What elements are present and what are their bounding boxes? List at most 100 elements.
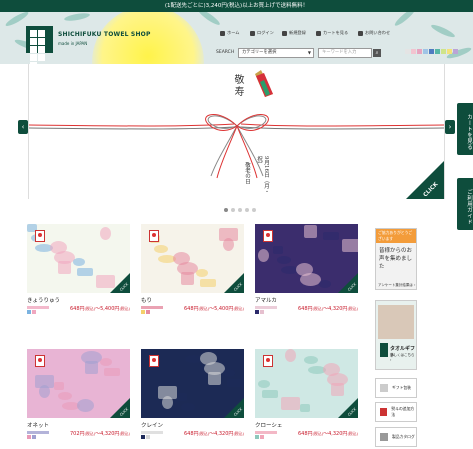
hero-dot[interactable]	[230, 208, 235, 212]
pattern-motif	[177, 393, 187, 401]
color-swatch[interactable]	[441, 49, 446, 54]
pattern-motif	[258, 249, 269, 262]
link-noshi[interactable]: 熨斗の追加方法	[375, 402, 417, 422]
color-options	[27, 431, 49, 440]
color-options	[27, 306, 49, 315]
hero-next-arrow[interactable]: ›	[445, 120, 455, 134]
pattern-motif	[342, 239, 358, 252]
hero-dot[interactable]	[244, 208, 249, 212]
survey-footer[interactable]: アンケート集計結果は ›	[378, 283, 415, 288]
color-swatch[interactable]	[411, 49, 416, 54]
pattern-motif	[258, 380, 270, 388]
leaf-decoration	[429, 22, 457, 40]
color-swatch[interactable]	[429, 49, 434, 54]
product-card[interactable]: CLICK もり 648円(税込)〜5,400円(税込)	[141, 224, 244, 315]
mail-icon	[358, 30, 363, 36]
hero-prev-arrow[interactable]: ‹	[18, 120, 28, 134]
product-card[interactable]: CLICK クローシェ 648円(税込)〜4,320円(税込)	[255, 349, 358, 440]
pen-icon	[282, 30, 287, 36]
product-name[interactable]: クレイン	[141, 421, 244, 429]
nav-home[interactable]: ホーム	[220, 30, 239, 36]
shop-logo[interactable]	[26, 26, 53, 64]
pattern-motif	[323, 232, 339, 240]
imabari-tag-icon	[263, 230, 273, 242]
imabari-tag-icon	[35, 230, 45, 242]
color-swatch[interactable]	[447, 49, 452, 54]
gift-tag	[380, 343, 388, 357]
product-card[interactable]: CLICK アマルカ 648円(税込)〜4,320円(税込)	[255, 224, 358, 315]
hero-dot[interactable]	[251, 208, 256, 212]
product-name[interactable]: アマルカ	[255, 296, 358, 304]
link-gift-wrapping-label: ギフト包装	[392, 385, 411, 390]
keyword-input[interactable]: キーワードを入力	[318, 48, 372, 58]
nav-login[interactable]: ログイン	[250, 30, 274, 36]
pattern-motif	[100, 358, 112, 366]
pattern-motif	[296, 263, 313, 276]
product-price: 648円(税込)〜4,320円(税込)	[298, 306, 358, 312]
gift-banner[interactable]: タオルギフト 詳しくはこちら ›	[375, 300, 417, 370]
shop-name[interactable]: SHICHIFUKU TOWEL SHOP	[58, 31, 151, 38]
product-image[interactable]: CLICK	[255, 224, 358, 293]
imabari-tag-icon	[149, 230, 159, 242]
hero-dot[interactable]	[237, 208, 242, 212]
link-catalog[interactable]: 製品カタログ	[375, 427, 417, 447]
product-card[interactable]: CLICK オネット 702円(税込)〜4,320円(税込)	[27, 349, 130, 440]
nav-cart[interactable]: カートを見る	[316, 30, 348, 36]
link-catalog-label: 製品カタログ	[392, 434, 415, 439]
home-icon	[220, 30, 225, 36]
product-name[interactable]: きょうりゅう	[27, 296, 130, 304]
survey-banner[interactable]: ご協力ありがとうございます 皆様からのお声を集めました アンケート集計結果は ›	[375, 228, 417, 290]
color-swatch[interactable]	[435, 49, 440, 54]
color-swatch[interactable]	[417, 49, 422, 54]
hero-title: 敬寿	[232, 74, 243, 98]
noshi-icon	[380, 408, 388, 416]
pattern-motif	[200, 279, 216, 287]
pattern-motif	[200, 352, 217, 365]
link-gift-wrapping[interactable]: ギフト包装	[375, 378, 417, 398]
hero-date: 9月16日（月・祝）	[256, 156, 269, 194]
imabari-tag-icon	[263, 355, 273, 367]
color-options	[141, 306, 163, 315]
pattern-motif	[262, 390, 278, 398]
hero-banner[interactable]: 敬寿 9月16日（月・祝） 敬老の日 CLICK	[28, 64, 445, 199]
nav-register-label: 新規登録	[289, 30, 306, 35]
product-card[interactable]: CLICK クレイン 648円(税込)〜4,320円(税込)	[141, 349, 244, 440]
pattern-motif	[300, 404, 310, 412]
color-options	[255, 306, 277, 315]
imabari-tag-icon	[35, 355, 45, 367]
hero-dot[interactable]	[223, 208, 228, 212]
product-name[interactable]: オネット	[27, 421, 130, 429]
product-image[interactable]: CLICK	[141, 349, 244, 418]
product-price: 648円(税込)〜5,400円(税込)	[184, 306, 244, 312]
pattern-motif	[323, 363, 340, 376]
search-button[interactable]: ⌕	[373, 49, 381, 57]
sun-decoration	[92, 12, 204, 64]
nav-login-label: ログイン	[257, 30, 274, 35]
pattern-motif	[158, 386, 177, 399]
side-tab-guide[interactable]: ご利用ガイド	[457, 178, 473, 230]
pattern-motif	[104, 368, 120, 376]
gift-wrap-icon	[380, 384, 388, 392]
product-image[interactable]: CLICK	[27, 224, 130, 293]
nav-register[interactable]: 新規登録	[282, 30, 306, 36]
side-tab-cart[interactable]: カートを見る	[457, 103, 473, 155]
nav-contact[interactable]: お問い合わせ	[358, 30, 390, 36]
category-select[interactable]: カテゴリーを選択	[238, 48, 314, 58]
product-image[interactable]: CLICK	[255, 349, 358, 418]
color-swatch[interactable]	[453, 49, 458, 54]
color-swatch[interactable]	[423, 49, 428, 54]
pattern-motif	[54, 382, 64, 390]
product-name[interactable]: もり	[141, 296, 244, 304]
product-price: 648円(税込)〜4,320円(税込)	[298, 431, 358, 437]
product-card[interactable]: CLICK きょうりゅう 648円(税込)〜5,400円(税込)	[27, 224, 130, 315]
pattern-motif	[154, 245, 168, 253]
pattern-motif	[100, 227, 111, 240]
color-swatch[interactable]	[405, 49, 410, 54]
product-name[interactable]: クローシェ	[255, 421, 358, 429]
pattern-motif	[50, 241, 67, 254]
lock-icon	[250, 30, 255, 36]
pattern-motif	[181, 403, 195, 411]
product-image[interactable]: CLICK	[27, 349, 130, 418]
hero-pagination	[222, 208, 257, 212]
product-image[interactable]: CLICK	[141, 224, 244, 293]
